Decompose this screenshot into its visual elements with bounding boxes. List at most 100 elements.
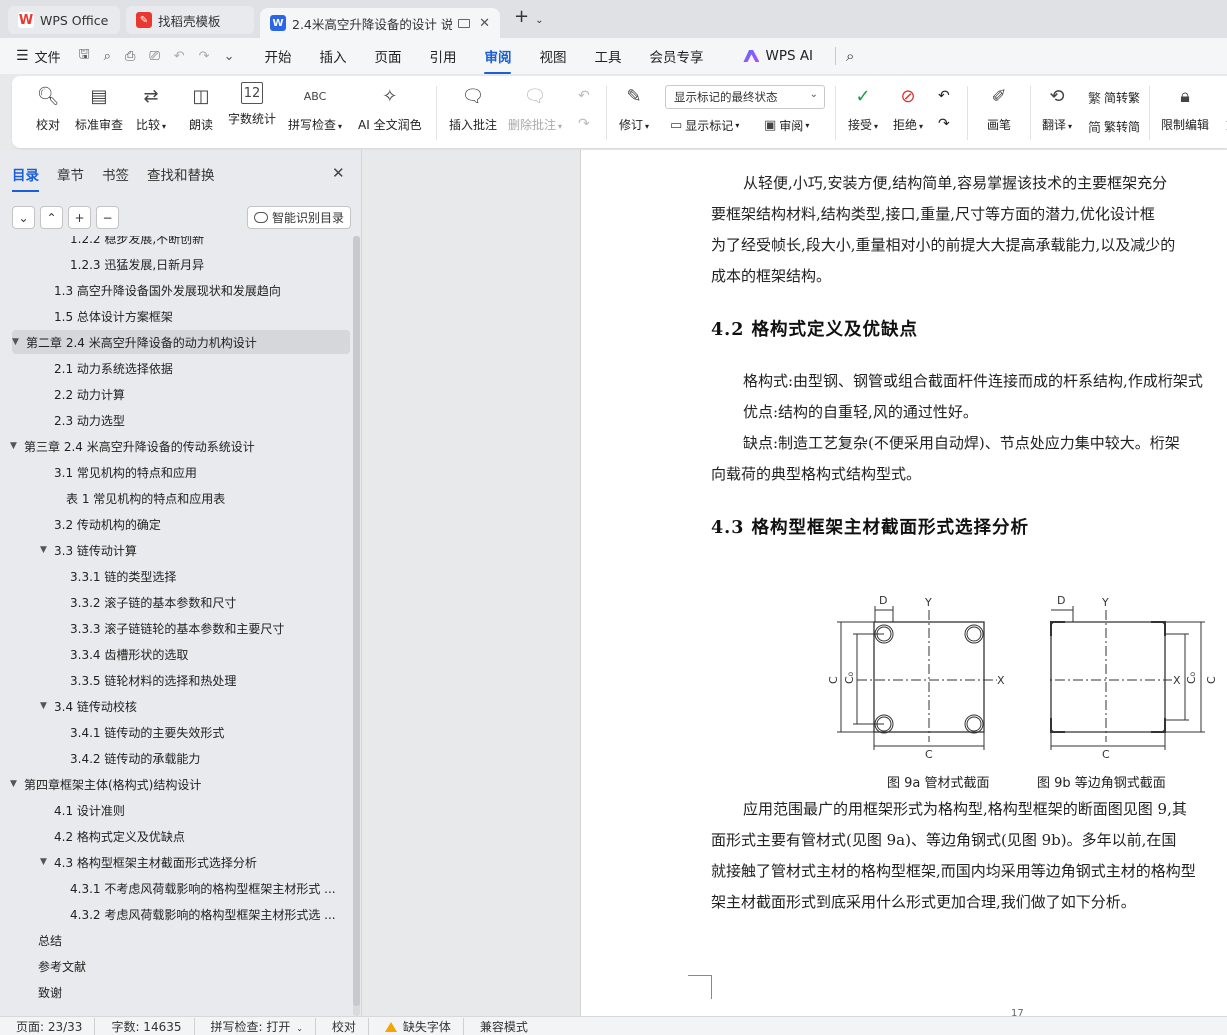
tab-toc[interactable]: 目录	[12, 164, 39, 192]
smart-toc-button[interactable]: 智能识别目录	[247, 206, 351, 229]
compare-button[interactable]: ⇄ 比较 ▾	[136, 82, 166, 133]
toc-item[interactable]: 3.4.1 链传动的主要失效形式	[70, 720, 340, 744]
chevron-down-icon[interactable]: ⌄	[535, 15, 543, 26]
toc-item[interactable]: 4.2 格构式定义及优缺点	[54, 824, 340, 848]
toc-item[interactable]: 2.3 动力选型	[54, 408, 340, 432]
menu-tools[interactable]: 工具	[594, 46, 621, 66]
expand-triangle-icon[interactable]: ▼	[12, 337, 26, 347]
menu-member[interactable]: 会员专享	[649, 46, 703, 66]
toc-item[interactable]: 3.3.4 齿槽形状的选取	[70, 642, 340, 666]
next-comment-icon[interactable]: ↷	[578, 116, 590, 132]
toc-item[interactable]: 3.4.2 链传动的承载能力	[70, 746, 340, 770]
add-icon[interactable]: +	[68, 206, 91, 229]
delete-comment-button[interactable]: 🗨︎ 删除批注 ▾	[508, 82, 562, 133]
proof-status[interactable]: 校对	[316, 1017, 369, 1035]
hamburger-icon[interactable]: ☰	[16, 48, 29, 64]
toc-item[interactable]: 3.1 常见机构的特点和应用	[54, 460, 340, 484]
pen-button[interactable]: ✐ 画笔	[985, 82, 1013, 133]
toc-item[interactable]: ▼ 第四章框架主体(格构式)结构设计	[10, 772, 340, 796]
toc-item[interactable]: 参考文献	[38, 954, 340, 978]
toc-item[interactable]: 1.2.2 稳步发展,不断创新	[70, 236, 340, 250]
redo-icon[interactable]: ↷	[199, 49, 210, 64]
toc-scrollbar[interactable]	[353, 236, 360, 1016]
toc-item[interactable]: ▼ 第二章 2.4 米高空升降设备的动力机构设计	[12, 330, 350, 354]
revise-button[interactable]: ✎ 修订 ▾	[619, 82, 649, 133]
toc-item[interactable]: ▼ 3.4 链传动校核	[40, 694, 340, 718]
toc-item[interactable]: 致谢	[38, 980, 340, 1004]
expand-triangle-icon[interactable]: ▼	[40, 857, 54, 867]
toc-item[interactable]: 2.1 动力系统选择依据	[54, 356, 340, 380]
tab-bookmarks[interactable]: 书签	[102, 164, 129, 184]
reject-button[interactable]: ⊘ 拒绝 ▾	[893, 82, 923, 133]
menu-insert[interactable]: 插入	[319, 46, 346, 66]
insert-comment-button[interactable]: 🗨︎ 插入批注	[449, 82, 497, 133]
toc-item[interactable]: 4.3.1 不考虑风荷载影响的格构型框架主材形式 ...	[70, 876, 340, 900]
chevron-down-icon[interactable]: ⌄	[224, 49, 235, 64]
expand-icon[interactable]: ⌃	[40, 206, 63, 229]
tab-document[interactable]: W 2.4米高空升降设备的设计 说明 ✕	[260, 8, 500, 38]
expand-triangle-icon[interactable]: ▼	[10, 441, 24, 451]
expand-triangle-icon[interactable]: ▼	[40, 701, 54, 711]
spell-check-status[interactable]: 拼写检查: 打开 ⌄	[195, 1017, 316, 1035]
proofread-button[interactable]: 🔍︎ 校对	[34, 82, 62, 133]
restrict-edit-button[interactable]: 🔒︎ 限制编辑	[1161, 82, 1209, 133]
page-indicator[interactable]: 页面: 23/33	[0, 1017, 96, 1035]
collapse-icon[interactable]: ⌄	[12, 206, 35, 229]
ai-polish-button[interactable]: ✧ AI 全文润色	[358, 82, 422, 133]
tab-template[interactable]: ✎ 找稻壳模板	[126, 6, 254, 34]
toc-item[interactable]: ▼ 第三章 2.4 米高空升降设备的传动系统设计	[10, 434, 340, 458]
review-pane-button[interactable]: ▣ 审阅 ▾	[764, 117, 809, 134]
toc-item[interactable]: 2.2 动力计算	[54, 382, 340, 406]
toc-item[interactable]: 1.3 高空升降设备国外发展现状和发展趋向	[54, 278, 340, 302]
expand-triangle-icon[interactable]: ▼	[40, 545, 54, 555]
toc-item[interactable]: 1.5 总体设计方案框架	[54, 304, 340, 328]
close-icon[interactable]: ✕	[332, 164, 345, 182]
read-aloud-button[interactable]: ◫ 朗读	[187, 82, 215, 133]
to-traditional-button[interactable]: 繁 简转繁	[1088, 88, 1140, 107]
new-tab-icon[interactable]: +	[514, 6, 529, 27]
standard-review-button[interactable]: ▤ 标准审查	[75, 82, 123, 133]
toc-item[interactable]: ▼ 3.3 链传动计算	[40, 538, 340, 562]
word-count[interactable]: 字数: 14635	[95, 1017, 195, 1035]
missing-font-status[interactable]: 缺失字体	[369, 1017, 464, 1035]
tab-wps-office[interactable]: W WPS Office	[8, 6, 120, 34]
remove-icon[interactable]: −	[96, 206, 119, 229]
menu-view[interactable]: 视图	[539, 46, 566, 66]
previous-comment-icon[interactable]: ↶	[578, 88, 590, 104]
to-simplified-button[interactable]: 简 繁转简	[1088, 117, 1140, 136]
expand-triangle-icon[interactable]: ▼	[10, 779, 24, 789]
word-count-button[interactable]: 12 字数统计	[228, 82, 276, 127]
tab-find-replace[interactable]: 查找和替换	[147, 164, 215, 184]
toc-item[interactable]: 4.1 设计准则	[54, 798, 340, 822]
menu-review[interactable]: 审阅	[484, 46, 512, 74]
menu-page[interactable]: 页面	[374, 46, 401, 66]
close-tab-icon[interactable]: ✕	[479, 16, 490, 31]
toc-item[interactable]: 3.2 传动机构的确定	[54, 512, 340, 536]
toc-item[interactable]: 1.2.3 迅猛发展,日新月异	[70, 252, 340, 276]
next-change-icon[interactable]: ↷	[938, 116, 950, 132]
search-icon[interactable]: ⌕	[846, 47, 854, 65]
menu-start[interactable]: 开始	[264, 46, 291, 66]
file-menu[interactable]: 文件	[35, 47, 61, 66]
markup-mode-select[interactable]: 显示标记的最终状态 ⌄	[665, 85, 825, 109]
print-preview-icon[interactable]: ⎚	[149, 49, 159, 64]
toc-item[interactable]: 3.3.1 链的类型选择	[70, 564, 340, 588]
scrollbar-thumb[interactable]	[353, 236, 360, 1006]
show-markup-button[interactable]: ▭ 显示标记 ▾	[670, 117, 739, 134]
toc-item[interactable]: 4.3.2 考虑风荷载影响的格构型框架主材形式选 ...	[70, 902, 340, 926]
toc-item[interactable]: 总结	[38, 928, 340, 952]
spell-check-button[interactable]: ABC 拼写检查 ▾	[288, 82, 342, 133]
print-icon[interactable]: ⎙	[125, 49, 135, 64]
undo-icon[interactable]: ↶	[174, 49, 185, 64]
share-icon[interactable]: ⌕	[104, 49, 111, 64]
toc-item[interactable]: 表 1 常见机构的特点和应用表	[66, 486, 340, 510]
toc-item[interactable]: 3.3.5 链轮材料的选择和热处理	[70, 668, 340, 692]
accept-button[interactable]: ✓ 接受 ▾	[848, 82, 878, 133]
translate-button[interactable]: ⟲ 翻译 ▾	[1042, 82, 1072, 133]
toc-item[interactable]: 3.3.3 滚子链链轮的基本参数和主要尺寸	[70, 616, 340, 640]
tab-chapters[interactable]: 章节	[57, 164, 84, 184]
save-icon[interactable]: 🖫	[79, 45, 90, 67]
menu-reference[interactable]: 引用	[429, 46, 456, 66]
more-button[interactable]: 文	[1218, 82, 1227, 133]
wps-ai-button[interactable]: WPS AI	[743, 48, 813, 64]
